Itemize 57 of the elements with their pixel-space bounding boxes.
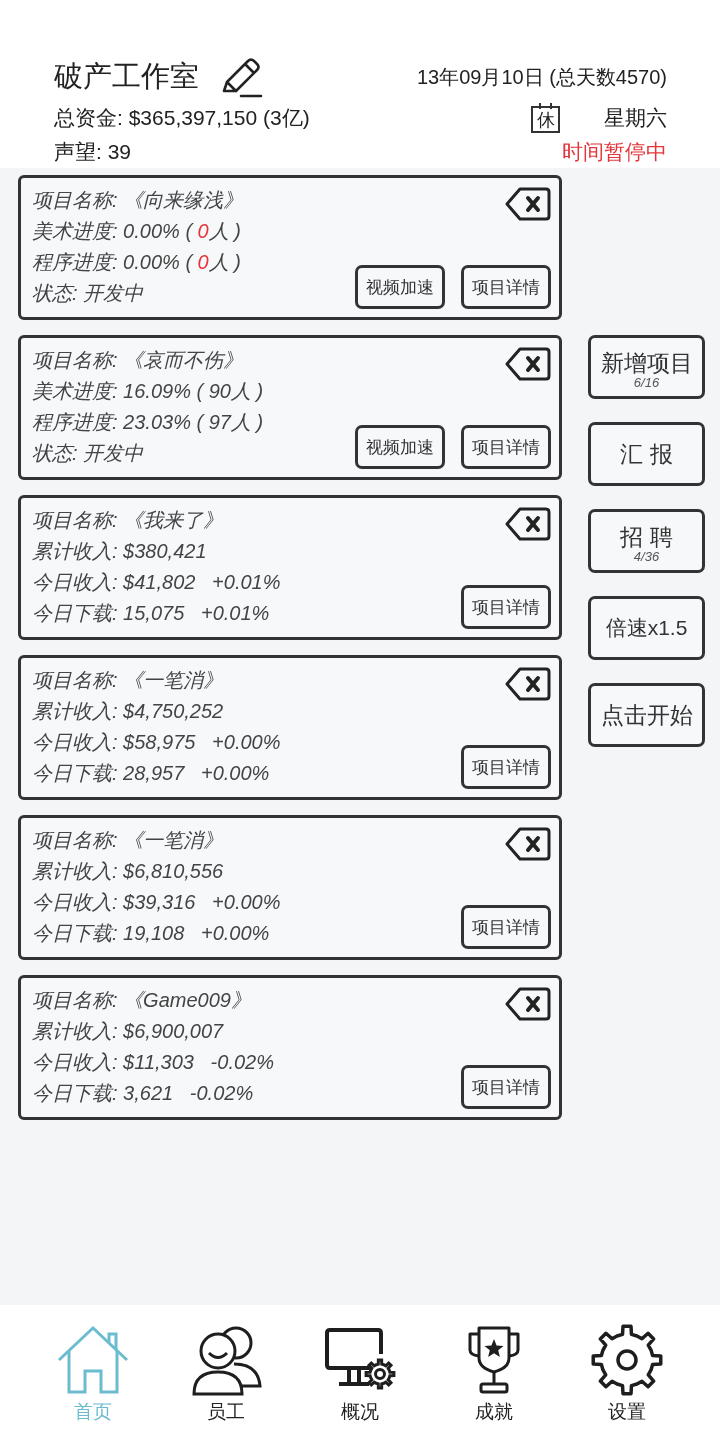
- side-action-button[interactable]: 新增项目 6/16: [588, 335, 705, 399]
- progress-text: 美术进度: 0.00% ( 0人 ): [32, 219, 241, 244]
- total-funds: 总资金: $365,397,150 (3亿): [54, 105, 310, 131]
- action-button[interactable]: 项目详情: [461, 425, 551, 469]
- backspace-icon[interactable]: [505, 187, 551, 221]
- info-text: 累计收入: $6,810,556: [32, 859, 224, 884]
- progress-text: 程序进度: 23.03% ( 97人 ): [32, 410, 264, 435]
- info-text: 状态: 开发中: [32, 281, 144, 306]
- house-icon: [56, 1324, 129, 1396]
- info-text: 今日下载: 28,957 +0.00%: [32, 761, 270, 786]
- studio-name: 破产工作室: [54, 59, 199, 94]
- info-text: 累计收入: $4,750,252: [32, 699, 224, 724]
- side-action-button[interactable]: 倍速x1.5: [588, 596, 705, 660]
- game-date: 13年09月10日 (总天数4570): [416, 64, 667, 90]
- reputation: 声望: 39: [54, 139, 132, 165]
- weekday: 星期六: [604, 105, 667, 131]
- project-name: 项目名称: 《我来了》: [32, 508, 224, 533]
- project-name: 项目名称: 《哀而不伤》: [32, 348, 244, 373]
- action-button[interactable]: 项目详情: [461, 745, 551, 789]
- info-text: 状态: 开发中: [32, 441, 144, 466]
- action-button[interactable]: 项目详情: [461, 265, 551, 309]
- action-button[interactable]: 视频加速: [355, 425, 445, 469]
- info-text: 今日收入: $39,316 +0.00%: [32, 890, 281, 915]
- side-action-button[interactable]: 点击开始: [588, 683, 705, 747]
- project-name: 项目名称: 《一笔消》: [32, 668, 224, 693]
- info-text: 今日下载: 19,108 +0.00%: [32, 921, 270, 946]
- side-action-button[interactable]: 招 聘 4/36: [588, 509, 705, 573]
- progress-text: 美术进度: 16.09% ( 90人 ): [32, 379, 264, 404]
- backspace-icon[interactable]: [505, 667, 551, 701]
- gear-icon: [591, 1324, 664, 1396]
- backspace-icon[interactable]: [505, 347, 551, 381]
- info-text: 今日下载: 15,075 +0.01%: [32, 601, 270, 626]
- info-text: 今日收入: $41,802 +0.01%: [32, 570, 281, 595]
- backspace-icon[interactable]: [505, 987, 551, 1021]
- project-name: 项目名称: 《Game009》: [32, 988, 251, 1013]
- project-name: 项目名称: 《向来缘浅》: [32, 188, 244, 213]
- people-icon: [190, 1324, 263, 1396]
- nav-tab[interactable]: 设置: [560, 1305, 694, 1440]
- info-text: 累计收入: $380,421: [32, 539, 207, 564]
- info-text: 今日收入: $58,975 +0.00%: [32, 730, 281, 755]
- progress-text: 程序进度: 0.00% ( 0人 ): [32, 250, 241, 275]
- action-button[interactable]: 项目详情: [461, 905, 551, 949]
- info-text: 今日下载: 3,621 -0.02%: [32, 1081, 254, 1106]
- action-button[interactable]: 项目详情: [461, 1065, 551, 1109]
- backspace-icon[interactable]: [505, 507, 551, 541]
- nav-tab[interactable]: 成就: [426, 1305, 561, 1440]
- nav-tab[interactable]: 员工: [159, 1305, 294, 1440]
- backspace-icon[interactable]: [505, 827, 551, 861]
- info-text: 今日收入: $11,303 -0.02%: [32, 1050, 274, 1075]
- project-name: 项目名称: 《一笔消》: [32, 828, 224, 853]
- side-action-button[interactable]: 汇 报: [588, 422, 705, 486]
- rest-day-badge: 休: [531, 106, 560, 133]
- action-button[interactable]: 视频加速: [355, 265, 445, 309]
- time-status: 时间暂停中: [562, 139, 667, 165]
- nav-tab[interactable]: 概况: [293, 1305, 427, 1440]
- action-button[interactable]: 项目详情: [461, 585, 551, 629]
- info-text: 累计收入: $6,900,007: [32, 1019, 224, 1044]
